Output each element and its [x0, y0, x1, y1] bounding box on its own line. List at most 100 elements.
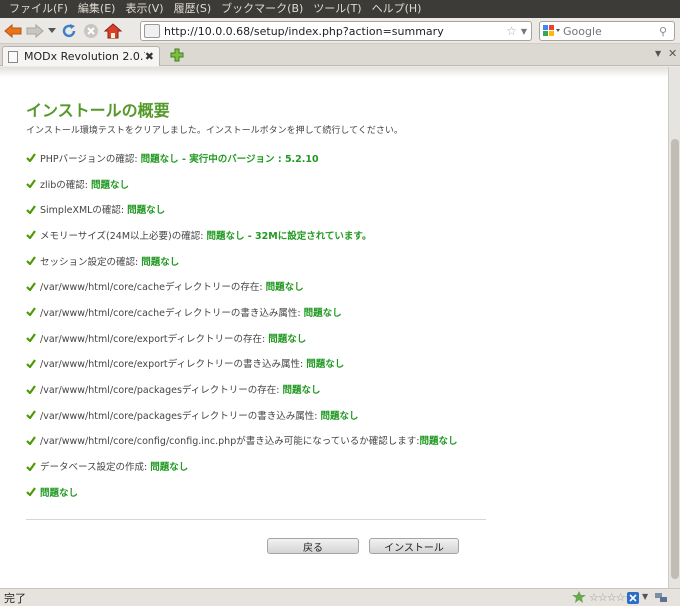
- status-text: 完了: [4, 591, 26, 605]
- status-bar: 完了 ☆☆☆☆☆ ▼: [0, 588, 680, 606]
- check-icon: [26, 487, 36, 497]
- menu-help[interactable]: ヘルプ(H): [367, 0, 427, 18]
- check-icon: [26, 230, 36, 240]
- forward-arrow-icon[interactable]: [24, 20, 46, 42]
- close-tab-icon[interactable]: ✕: [668, 47, 677, 60]
- tab-title: MODx Revolution 2.0.7-p...: [24, 50, 145, 63]
- tab-modx[interactable]: MODx Revolution 2.0.7-p... ✖: [2, 46, 160, 66]
- check-item-export-writable: /var/www/html/core/exportディレクトリーの書き込み属性:…: [26, 351, 466, 377]
- check-icon: [26, 179, 36, 189]
- check-label: セッション設定の確認:: [40, 256, 139, 268]
- check-result: 問題なし: [91, 179, 130, 191]
- check-icon: [26, 358, 36, 368]
- rating-stars-icon[interactable]: ☆☆☆☆☆: [572, 591, 634, 604]
- list-tabs-icon[interactable]: ▼: [655, 49, 661, 58]
- check-item-simplexml: SimpleXMLの確認: 問題なし: [26, 196, 466, 222]
- check-label: /var/www/html/core/cacheディレクトリーの書き込み属性:: [40, 307, 301, 319]
- menu-history[interactable]: 履歴(S): [169, 0, 217, 18]
- check-label: メモリーサイズ(24M以上必要)の確認:: [40, 230, 204, 242]
- check-result: 問題なし: [303, 307, 342, 319]
- check-icon: [26, 256, 36, 266]
- tab-close-icon[interactable]: ✖: [145, 50, 154, 63]
- check-item-cache-writable: /var/www/html/core/cacheディレクトリーの書き込み属性: …: [26, 299, 466, 325]
- check-label: PHPバージョンの確認:: [40, 153, 138, 165]
- scrollbar-thumb[interactable]: [671, 139, 679, 579]
- page-viewport: インストールの概要 インストール環境テストをクリアしました。インストールボタンを…: [0, 67, 680, 588]
- check-result: 問題なし - 実行中のバージョン : 5.2.10: [140, 153, 319, 165]
- bookmark-star-icon[interactable]: ☆: [506, 24, 517, 38]
- check-item-final: 問題なし: [26, 479, 466, 505]
- check-label: /var/www/html/core/exportディレクトリーの書き込み属性:: [40, 359, 304, 371]
- check-item-memory: メモリーサイズ(24M以上必要)の確認: 問題なし - 32Mに設定されています…: [26, 222, 466, 248]
- check-result: 問題なし: [141, 256, 180, 268]
- check-label: /var/www/html/core/cacheディレクトリーの存在:: [40, 282, 263, 294]
- check-item-db-config: データベース設定の作成: 問題なし: [26, 453, 466, 479]
- reload-icon[interactable]: [58, 20, 80, 42]
- vertical-scrollbar[interactable]: [668, 67, 680, 588]
- check-icon: [26, 204, 36, 214]
- check-result: 問題なし - 32Mに設定されています。: [206, 230, 372, 242]
- addon-dropdown-icon[interactable]: ▼: [642, 592, 648, 601]
- check-label: /var/www/html/core/config/config.inc.php…: [40, 436, 420, 448]
- header-edge: [0, 67, 668, 77]
- check-icon: [26, 333, 36, 343]
- menu-file[interactable]: ファイル(F): [4, 0, 73, 18]
- url-bar[interactable]: http://10.0.0.68/setup/index.php?action=…: [140, 21, 532, 41]
- navigation-toolbar: http://10.0.0.68/setup/index.php?action=…: [0, 18, 680, 44]
- check-item-session: セッション設定の確認: 問題なし: [26, 248, 466, 274]
- url-text[interactable]: http://10.0.0.68/setup/index.php?action=…: [164, 25, 506, 38]
- check-icon: [26, 384, 36, 394]
- search-engine-icon[interactable]: [541, 23, 563, 39]
- check-item-cache-exists: /var/www/html/core/cacheディレクトリーの存在: 問題なし: [26, 273, 466, 299]
- home-icon[interactable]: [102, 20, 124, 42]
- intro-text: インストール環境テストをクリアしました。インストールボタンを押して続行してくださ…: [26, 126, 403, 136]
- check-item-zlib: zlibの確認: 問題なし: [26, 171, 466, 197]
- check-icon: [26, 307, 36, 317]
- install-button[interactable]: インストール: [369, 538, 459, 554]
- check-result: 問題なし: [265, 282, 304, 294]
- network-icon[interactable]: [654, 591, 668, 606]
- back-button[interactable]: 戻る: [267, 538, 359, 554]
- check-icon: [26, 435, 36, 445]
- check-list: PHPバージョンの確認: 問題なし - 実行中のバージョン : 5.2.10 z…: [26, 145, 466, 505]
- check-result: 問題なし: [40, 487, 79, 499]
- check-item-config-writable: /var/www/html/core/config/config.inc.php…: [26, 428, 466, 454]
- history-dropdown-icon[interactable]: [46, 20, 58, 42]
- addon-icon[interactable]: [627, 592, 639, 606]
- check-label: SimpleXMLの確認:: [40, 205, 125, 217]
- menu-tools[interactable]: ツール(T): [308, 0, 366, 18]
- menu-edit[interactable]: 編集(E): [73, 0, 121, 18]
- check-label: データベース設定の作成:: [40, 462, 148, 474]
- check-item-export-exists: /var/www/html/core/exportディレクトリーの存在: 問題な…: [26, 325, 466, 351]
- check-result: 問題なし: [150, 462, 189, 474]
- check-icon: [26, 281, 36, 291]
- check-result: 問題なし: [419, 436, 458, 448]
- back-arrow-icon[interactable]: [2, 20, 24, 42]
- divider: [26, 519, 486, 520]
- check-label: /var/www/html/core/packagesディレクトリーの書き込み属…: [40, 410, 318, 422]
- check-item-php: PHPバージョンの確認: 問題なし - 実行中のバージョン : 5.2.10: [26, 145, 466, 171]
- search-box[interactable]: ⚲: [539, 21, 675, 41]
- site-identity-icon[interactable]: [144, 24, 160, 38]
- check-label: /var/www/html/core/exportディレクトリーの存在:: [40, 333, 266, 345]
- check-item-packages-writable: /var/www/html/core/packagesディレクトリーの書き込み属…: [26, 402, 466, 428]
- check-icon: [26, 153, 36, 163]
- search-input[interactable]: [563, 24, 659, 38]
- menu-bar: ファイル(F) 編集(E) 表示(V) 履歴(S) ブックマーク(B) ツール(…: [0, 0, 680, 18]
- tab-strip: MODx Revolution 2.0.7-p... ✖ ▼ ✕: [0, 44, 680, 66]
- check-icon: [26, 410, 36, 420]
- check-result: 問題なし: [282, 385, 321, 397]
- search-icon[interactable]: ⚲: [659, 25, 667, 38]
- url-dropdown-icon[interactable]: ▼: [521, 27, 527, 36]
- check-label: zlibの確認:: [40, 179, 88, 191]
- stop-icon[interactable]: [80, 20, 102, 42]
- menu-bookmarks[interactable]: ブックマーク(B): [216, 0, 308, 18]
- menu-view[interactable]: 表示(V): [120, 0, 168, 18]
- check-result: 問題なし: [320, 410, 359, 422]
- new-tab-icon[interactable]: [170, 48, 184, 62]
- check-result: 問題なし: [306, 359, 345, 371]
- page-title: インストールの概要: [26, 101, 170, 120]
- check-label: /var/www/html/core/packagesディレクトリーの存在:: [40, 385, 280, 397]
- check-icon: [26, 461, 36, 471]
- check-result: 問題なし: [268, 333, 307, 345]
